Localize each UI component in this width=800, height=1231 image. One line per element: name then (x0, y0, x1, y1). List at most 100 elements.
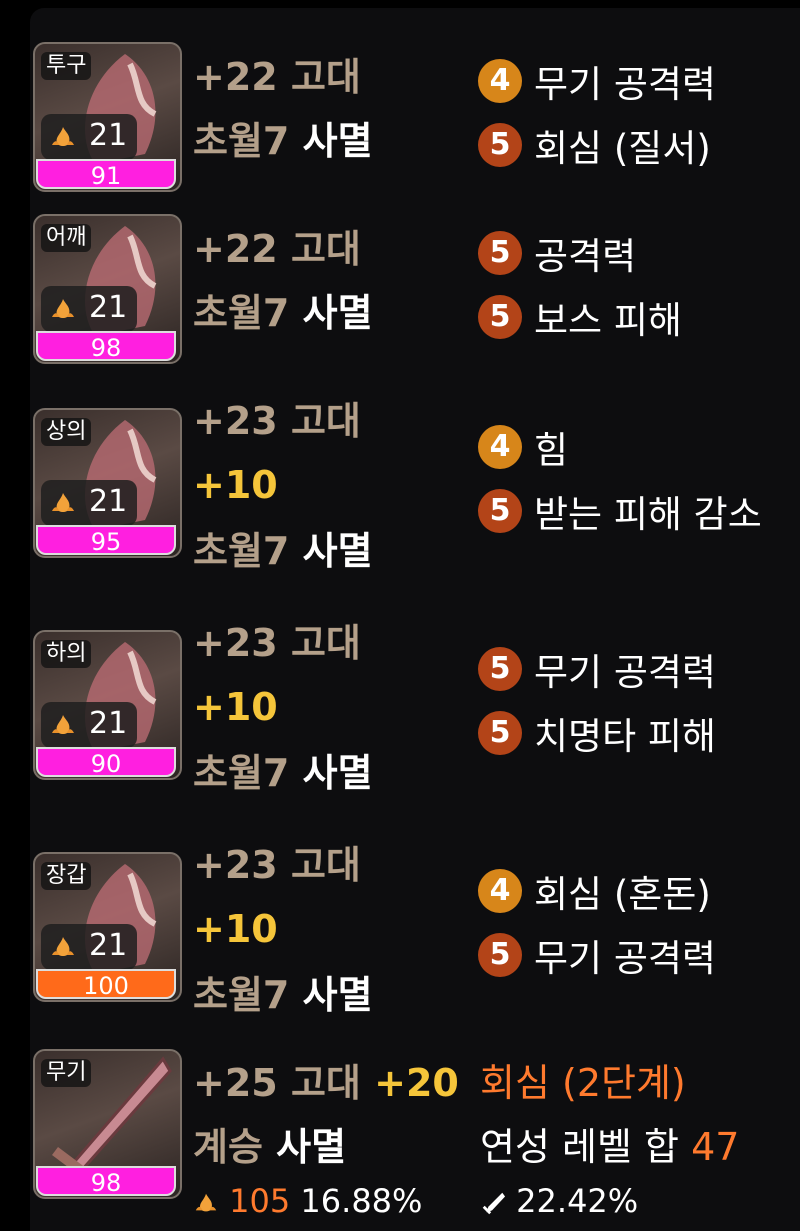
option-tier-badge: 4 (478, 425, 522, 469)
option-line: 4 회심 (혼돈) (478, 864, 711, 916)
option-line: 4 무기 공격력 (478, 54, 716, 106)
option-label: 회심 (질서) (534, 127, 711, 170)
option-label: 힘 (534, 429, 569, 472)
extra-upgrade: +10 (193, 907, 278, 951)
sword-percent: 22.42% (516, 1182, 639, 1220)
set-name: 사멸 (302, 291, 373, 335)
level-number: 21 (89, 118, 128, 153)
slot-label: 하의 (41, 640, 92, 668)
refine-value: 47 (691, 1125, 740, 1169)
set-line: 초월7 사멸 (193, 528, 373, 574)
option-line: 5 치명타 피해 (478, 706, 716, 758)
upgrade-text: +23 고대 (193, 843, 361, 887)
option-label: 공격력 (534, 235, 637, 278)
refine-label: 연성 레벨 합 (480, 1125, 679, 1169)
set-prefix: 계승 (193, 1125, 263, 1169)
level-number: 21 (89, 484, 128, 519)
weapon-row[interactable]: 무기 98 +25 고대 +20 계승 사멸 105 16.88% 회심 (2단… (0, 1045, 800, 1231)
equipment-row[interactable]: 투구 21 91 +22 고대 초월7 사멸 4 무기 공격력 5 회심 (질서) (0, 38, 800, 198)
weapon-upgrade: +25 고대 +20 (193, 1060, 459, 1106)
extra-upgrade: +10 (193, 685, 278, 729)
option-label: 치명타 피해 (534, 715, 716, 758)
quality-bar: 91 (36, 159, 176, 190)
option-label: 무기 공격력 (534, 651, 716, 694)
option-tier-badge: 5 (478, 231, 522, 275)
item-thumbnail[interactable]: 장갑 21 100 (33, 852, 182, 1002)
flame-icon (52, 715, 74, 734)
quality-bar: 98 (36, 331, 176, 362)
weapon-thumbnail[interactable]: 무기 98 (33, 1049, 182, 1199)
upgrade-text: +25 고대 (193, 1061, 361, 1105)
quality-bar: 98 (36, 1166, 176, 1197)
upgrade-text: +22 고대 (193, 227, 361, 271)
flame-value: 105 (229, 1182, 291, 1220)
option-tier-badge: 4 (478, 59, 522, 103)
set-prefix: 초월7 (193, 529, 290, 573)
set-name: 사멸 (276, 1125, 347, 1169)
weapon-set: 계승 사멸 (193, 1124, 346, 1170)
quality-bar: 95 (36, 525, 176, 556)
quality-bar: 100 (36, 969, 176, 1000)
refine-sum: 연성 레벨 합 47 (480, 1124, 739, 1170)
level-badge: 21 (41, 114, 137, 160)
set-prefix: 초월7 (193, 291, 290, 335)
level-number: 21 (89, 290, 128, 325)
option-line: 5 공격력 (478, 226, 636, 278)
item-thumbnail[interactable]: 어깨 21 98 (33, 214, 182, 364)
item-thumbnail[interactable]: 상의 21 95 (33, 408, 182, 558)
set-name: 사멸 (302, 973, 373, 1017)
set-prefix: 초월7 (193, 973, 290, 1017)
upgrade-text: +23 고대 (193, 399, 361, 443)
option-label: 회심 (혼돈) (534, 873, 711, 916)
option-line: 5 무기 공격력 (478, 928, 716, 980)
option-line: 5 보스 피해 (478, 290, 682, 342)
option-tier-badge: 5 (478, 711, 522, 755)
upgrade-text: +23 고대 (193, 621, 361, 665)
slot-label: 무기 (41, 1059, 92, 1087)
upgrade-text: +22 고대 (193, 55, 361, 99)
option-line: 5 무기 공격력 (478, 642, 716, 694)
item-thumbnail[interactable]: 투구 21 91 (33, 42, 182, 192)
slot-label: 장갑 (41, 862, 92, 890)
set-name: 사멸 (302, 751, 373, 795)
extra-upgrade: +20 (374, 1061, 459, 1105)
equipment-row[interactable]: 하의 21 90 +23 고대 +10 초월7 사멸 5 무기 공격력 5 치명타 피… (0, 604, 800, 814)
flame-icon (52, 127, 74, 146)
equipment-row[interactable]: 어깨 21 98 +22 고대 초월7 사멸 5 공격력 5 보스 피해 (0, 210, 800, 370)
option-label: 무기 공격력 (534, 63, 716, 106)
option-tier-badge: 5 (478, 489, 522, 533)
set-prefix: 초월7 (193, 119, 290, 163)
level-badge: 21 (41, 924, 137, 970)
set-line: 초월7 사멸 (193, 118, 373, 164)
equipment-row[interactable]: 상의 21 95 +23 고대 +10 초월7 사멸 4힘 5 받는 피해 감소 (0, 382, 800, 592)
weapon-effect: 회심 (2단계) (480, 1061, 686, 1105)
option-line: 5 받는 피해 감소 (478, 484, 762, 536)
flame-icon (52, 299, 74, 318)
extra-upgrade: +10 (193, 463, 278, 507)
level-badge: 21 (41, 702, 137, 748)
sword-icon (482, 1192, 506, 1215)
option-tier-badge: 5 (478, 295, 522, 339)
set-name: 사멸 (302, 119, 373, 163)
level-badge: 21 (41, 480, 137, 526)
option-line: 4힘 (478, 420, 568, 472)
set-name: 사멸 (302, 529, 373, 573)
option-label: 보스 피해 (534, 299, 682, 342)
flame-percent: 16.88% (300, 1182, 423, 1220)
item-thumbnail[interactable]: 하의 21 90 (33, 630, 182, 780)
set-line: 초월7 사멸 (193, 972, 373, 1018)
slot-label: 투구 (41, 52, 92, 80)
quality-bar: 90 (36, 747, 176, 778)
level-number: 21 (89, 706, 128, 741)
slot-label: 상의 (41, 418, 92, 446)
option-label: 무기 공격력 (534, 937, 716, 980)
set-line: 초월7 사멸 (193, 290, 373, 336)
option-label: 받는 피해 감소 (534, 493, 762, 536)
option-tier-badge: 5 (478, 933, 522, 977)
equipment-row[interactable]: 장갑 21 100 +23 고대 +10 초월7 사멸 4 회심 (혼돈) 5 무기 … (0, 826, 800, 1036)
option-tier-badge: 5 (478, 123, 522, 167)
set-line: 초월7 사멸 (193, 750, 373, 796)
level-number: 21 (89, 928, 128, 963)
flame-icon (52, 937, 74, 956)
flame-icon (52, 493, 74, 512)
